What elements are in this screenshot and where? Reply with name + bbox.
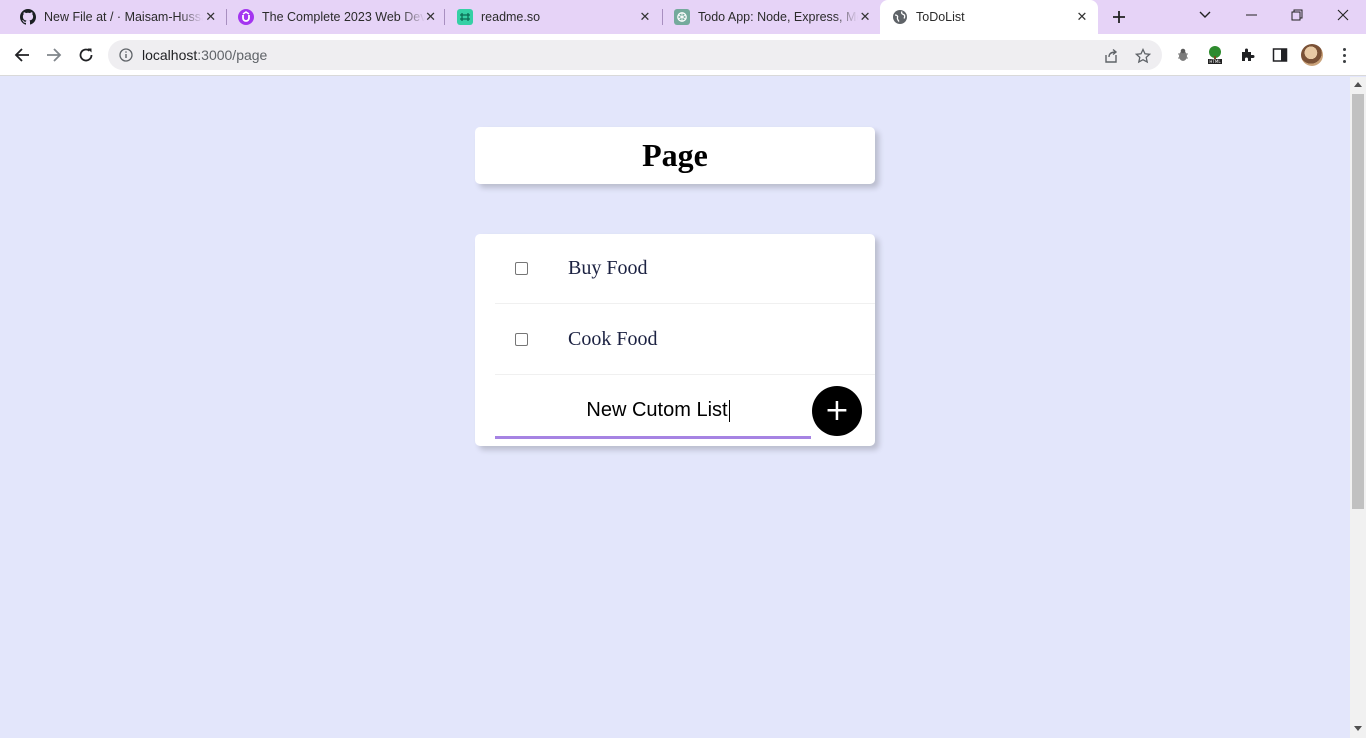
reload-button[interactable] (70, 39, 102, 71)
plus-icon: + (824, 393, 850, 428)
tab-github[interactable]: New File at / · Maisam-Hussain ✕ (0, 0, 226, 34)
todo-list: Buy Food Cook Food New Cutom List + (475, 234, 875, 446)
tab-search-button[interactable] (1182, 0, 1228, 30)
more-menu-icon[interactable] (1336, 45, 1352, 65)
svg-text:HTML: HTML (1209, 59, 1221, 64)
share-icon[interactable] (1102, 47, 1120, 65)
list-item: Buy Food (495, 234, 875, 304)
scroll-up-arrow-icon[interactable] (1354, 82, 1362, 87)
tab-readme-so[interactable]: readme.so ✕ (437, 0, 661, 34)
url-path: :3000/page (197, 47, 268, 63)
back-button[interactable] (6, 39, 38, 71)
tab-udemy[interactable]: The Complete 2023 Web Development Bootca… (218, 0, 444, 34)
new-item-input[interactable]: New Cutom List (495, 385, 811, 439)
html-tree-extension-icon[interactable]: HTML (1205, 45, 1225, 65)
udemy-icon (238, 9, 254, 25)
item-label: Cook Food (568, 328, 658, 350)
restore-button[interactable] (1274, 0, 1320, 30)
new-item-value: New Cutom List (576, 399, 730, 422)
url-text: localhost:3000/page (142, 47, 267, 63)
info-icon[interactable] (118, 47, 134, 63)
item-checkbox[interactable] (515, 333, 528, 346)
scroll-down-arrow-icon[interactable] (1354, 726, 1362, 731)
close-icon[interactable]: ✕ (203, 9, 218, 25)
page-title: Page (642, 137, 708, 173)
close-icon[interactable]: ✕ (1074, 9, 1090, 25)
close-icon[interactable]: ✕ (425, 9, 436, 25)
bookmark-star-icon[interactable] (1134, 47, 1152, 65)
minimize-button[interactable] (1228, 0, 1274, 30)
address-bar[interactable]: localhost:3000/page (108, 40, 1162, 70)
close-icon[interactable]: ✕ (858, 9, 872, 25)
browser-toolbar: localhost:3000/page HTML (0, 34, 1366, 76)
close-window-button[interactable] (1320, 0, 1366, 30)
page-viewport: Page Buy Food Cook Food New Cutom List + (0, 77, 1350, 738)
tab-todo-app[interactable]: Todo App: Node, Express, Mongo ✕ (654, 0, 880, 34)
tab-strip: New File at / · Maisam-Hussain ✕ The Com… (0, 0, 1366, 34)
url-host: localhost (142, 47, 198, 63)
item-label: Buy Food (568, 257, 648, 279)
item-checkbox[interactable] (515, 262, 528, 275)
list-item: Cook Food (495, 305, 875, 375)
bug-extension-icon[interactable] (1173, 45, 1193, 65)
new-item-text: New Cutom List (586, 399, 728, 421)
readme-so-icon (457, 9, 473, 25)
chatgpt-icon (674, 9, 690, 25)
tab-title: ToDoList (916, 10, 965, 24)
page-scrollbar[interactable] (1350, 77, 1366, 738)
add-item-button[interactable]: + (812, 386, 862, 436)
tab-todolist[interactable]: ToDoList ✕ (880, 0, 1098, 34)
extensions-puzzle-icon[interactable] (1238, 45, 1258, 65)
tab-title: readme.so (481, 10, 541, 24)
profile-avatar[interactable] (1301, 44, 1323, 66)
text-caret (728, 399, 730, 422)
tab-title: The Complete 2023 Web Development Bootca… (262, 10, 426, 24)
scrollbar-thumb[interactable] (1352, 94, 1364, 509)
tab-title: Todo App: Node, Express, Mongo (698, 10, 858, 24)
tab-title: New File at / · Maisam-Hussain (44, 10, 204, 24)
github-icon (20, 9, 36, 25)
new-tab-button[interactable] (1106, 5, 1132, 29)
close-icon[interactable]: ✕ (637, 9, 653, 25)
globe-icon (892, 9, 908, 25)
side-panel-icon[interactable] (1270, 45, 1290, 65)
heading-box: Page (475, 127, 875, 184)
forward-button[interactable] (38, 39, 70, 71)
